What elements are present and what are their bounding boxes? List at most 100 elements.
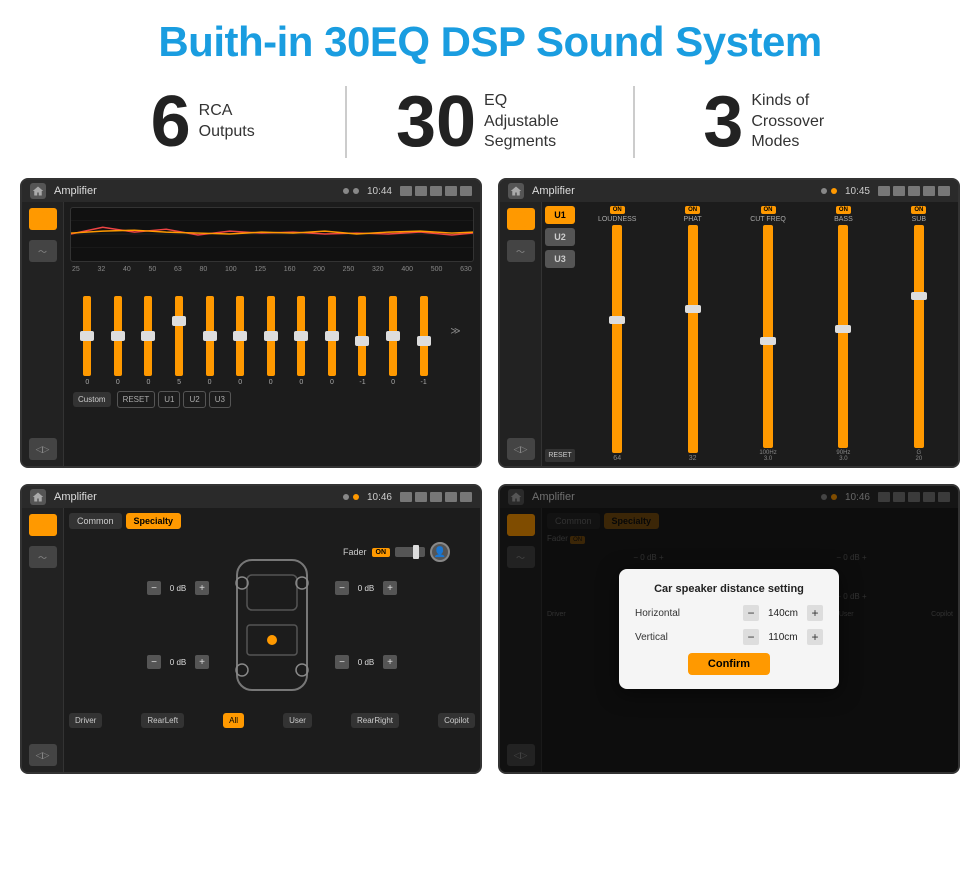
car-diagram [217,545,327,705]
eq-u1-btn[interactable]: U1 [158,391,180,408]
phat-label: PHAT [684,216,702,223]
all-btn[interactable]: All [223,713,244,728]
cx-volume-icon [893,186,905,196]
bass-slider[interactable] [838,225,848,448]
left-top-minus[interactable]: − [147,581,161,595]
fd-ls-icon1[interactable] [29,514,57,536]
rearright-btn[interactable]: RearRight [351,713,399,728]
eq-slider-3[interactable]: 0 [144,296,152,386]
right-top-minus[interactable]: − [335,581,349,595]
vertical-minus[interactable]: − [743,629,759,645]
tab-specialty[interactable]: Specialty [126,513,182,529]
cutfreq-group: ON CUT FREQ 100Hz3.0 [732,206,804,462]
eq-reset-btn[interactable]: RESET [117,391,156,408]
rearleft-btn[interactable]: RearLeft [141,713,184,728]
eq-slider-4[interactable]: 5 [175,296,183,386]
fader-on-badge: ON [372,548,391,557]
preset-u1[interactable]: U1 [545,206,575,224]
car-layout: − 0 dB + − 0 dB + [69,545,475,705]
fader-home-icon[interactable] [30,489,46,505]
cutfreq-slider[interactable] [763,225,773,448]
cx-window-icon [923,186,935,196]
eq-slider-2[interactable]: 0 [114,296,122,386]
eq-screen: Amplifier 10:44 [20,178,482,468]
fader-status-bar: Amplifier 10:46 [22,486,480,508]
screens-grid: Amplifier 10:44 [0,172,980,784]
fader-label-row: Fader ON 👤 [343,542,450,562]
tab-common[interactable]: Common [69,513,122,529]
preset-column: U1 U2 U3 RESET [542,202,578,466]
left-bottom-plus[interactable]: + [195,655,209,669]
fader-text: Fader [343,547,367,557]
eq-slider-8[interactable]: 0 [297,296,305,386]
right-top-value: 0 dB [352,584,380,593]
loudness-scale: 64 [613,455,621,462]
cutfreq-on-badge: ON [761,206,776,214]
crossover-title: Amplifier [532,185,817,197]
fader-slider-h[interactable] [395,547,425,557]
sub-on-badge: ON [911,206,926,214]
fd-ls-icon2[interactable]: 〜 [29,546,57,568]
crossover-home-icon[interactable] [508,183,524,199]
preset-u2[interactable]: U2 [545,228,575,246]
cx-ls-icon1[interactable] [507,208,535,230]
eq-slider-11[interactable]: 0 [389,296,397,386]
right-bottom-ctrl: − 0 dB + [335,655,397,669]
left-bottom-minus[interactable]: − [147,655,161,669]
copilot-btn[interactable]: Copilot [438,713,475,728]
preset-u3[interactable]: U3 [545,250,575,268]
phat-slider[interactable] [688,225,698,453]
stat-number-rca: 6 [151,86,191,158]
eq-graph [70,207,474,262]
eq-dot2 [353,188,359,194]
crossover-reset-btn[interactable]: RESET [545,449,575,462]
eq-custom-btn[interactable]: Custom [73,392,111,407]
eq-slider-9[interactable]: 0 [328,296,336,386]
eq-slider-5[interactable]: 0 [206,296,214,386]
fd-ls-icon3[interactable]: ◁▷ [29,744,57,766]
eq-slider-10[interactable]: -1 [358,296,366,386]
left-top-plus[interactable]: + [195,581,209,595]
vertical-row: Vertical − 110cm + [635,629,823,645]
vertical-label: Vertical [635,632,668,643]
loudness-slider[interactable] [612,225,622,453]
eq-slider-1[interactable]: 0 [83,296,91,386]
user-btn[interactable]: User [283,713,312,728]
stat-number-eq: 30 [396,86,476,158]
right-bottom-plus[interactable]: + [383,655,397,669]
vertical-ctrl: − 110cm + [743,629,823,645]
eq-ls-icon1[interactable] [29,208,57,230]
cx-ls-icon2[interactable]: 〜 [507,240,535,262]
eq-slider-12[interactable]: -1 [420,296,428,386]
dialog-screen: Amplifier 10:46 〜 [498,484,960,774]
eq-ls-icon3[interactable]: ◁▷ [29,438,57,460]
horizontal-plus[interactable]: + [807,605,823,621]
crossover-sliders-area: ON LOUDNESS 64 ON PHAT 32 [578,202,958,466]
page-title: Buith-in 30EQ DSP Sound System [0,0,980,76]
cx-ls-icon3[interactable]: ◁▷ [507,438,535,460]
eq-u2-btn[interactable]: U2 [183,391,205,408]
crossover-main: U1 U2 U3 RESET ON LOUDNESS 64 [542,202,958,466]
right-bottom-minus[interactable]: − [335,655,349,669]
sub-slider[interactable] [914,225,924,448]
eq-slider-6[interactable]: 0 [236,296,244,386]
cx-close-icon [908,186,920,196]
home-icon[interactable] [30,183,46,199]
stat-text-rca: RCAOutputs [199,101,255,143]
stat-number-crossover: 3 [703,86,743,158]
horizontal-minus[interactable]: − [743,605,759,621]
driver-btn[interactable]: Driver [69,713,102,728]
horizontal-ctrl: − 140cm + [743,605,823,621]
crossover-time: 10:45 [845,186,870,197]
eq-ls-icon2[interactable]: 〜 [29,240,57,262]
loudness-group: ON LOUDNESS 64 [581,206,653,462]
eq-u3-btn[interactable]: U3 [209,391,231,408]
eq-arrows-icon: ≫ [450,326,460,337]
cx-camera-icon [878,186,890,196]
confirm-button[interactable]: Confirm [688,653,770,675]
right-top-plus[interactable]: + [383,581,397,595]
eq-slider-7[interactable]: 0 [267,296,275,386]
vertical-plus[interactable]: + [807,629,823,645]
bass-label: BASS [834,216,853,223]
profile-icon[interactable]: 👤 [430,542,450,562]
